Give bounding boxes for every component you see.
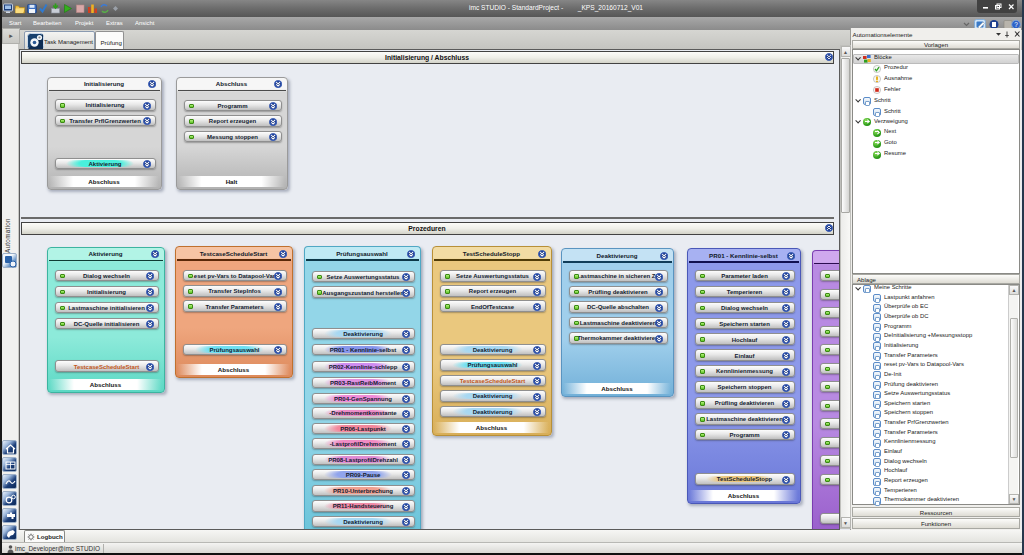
svg-text:?: ? <box>1014 21 1018 28</box>
